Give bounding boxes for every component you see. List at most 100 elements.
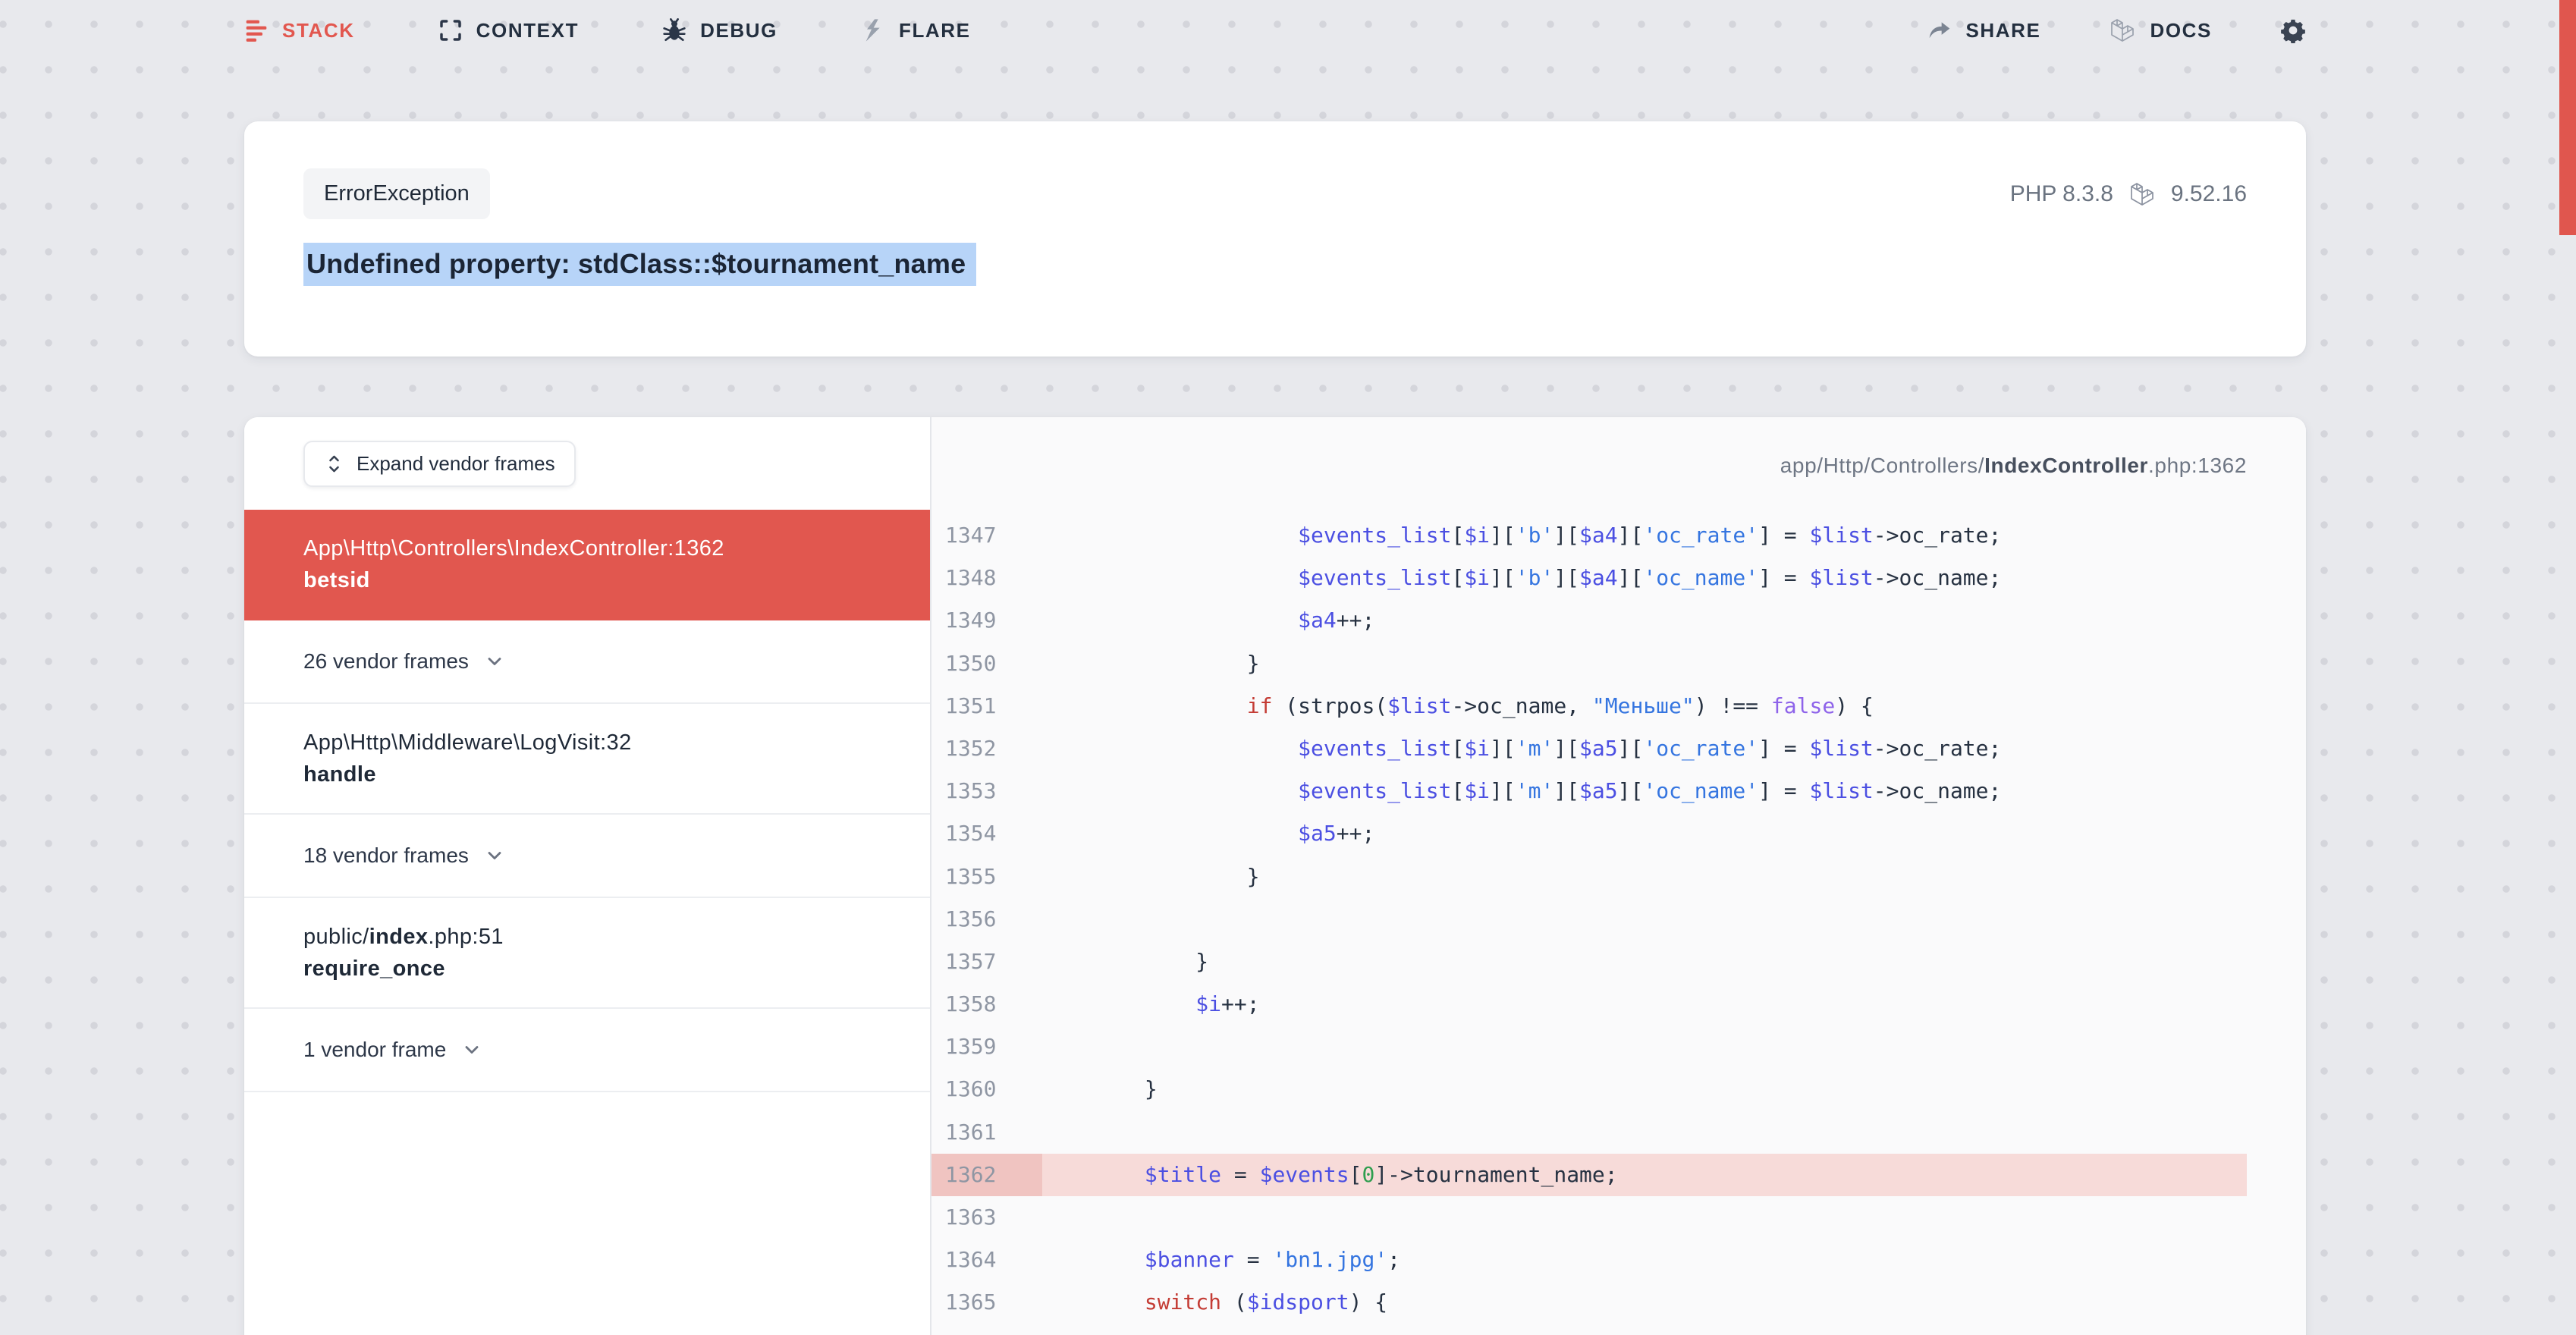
line-number: 1359 bbox=[931, 1026, 1042, 1068]
code-line: 1358 $i++; bbox=[931, 983, 2247, 1026]
line-number: 1357 bbox=[931, 941, 1042, 983]
laravel-icon bbox=[2128, 181, 2156, 208]
code-line: 1361 bbox=[931, 1111, 2247, 1154]
code-text: if (strpos($list->oc_name, "Меньше") !==… bbox=[1042, 685, 1874, 727]
code-text: $events_list[$i]['m'][$a5]['oc_rate'] = … bbox=[1042, 727, 2001, 770]
frame-method: handle bbox=[303, 759, 900, 790]
line-number: 1362 bbox=[931, 1154, 1042, 1196]
tab-label: CONTEXT bbox=[476, 19, 579, 42]
frames-header: Expand vendor frames bbox=[244, 417, 930, 510]
error-card: ErrorException PHP 8.3.8 9.52.16 Undefin… bbox=[244, 121, 2306, 357]
docs-button[interactable]: DOCS bbox=[2109, 17, 2212, 44]
code-text: $i++; bbox=[1042, 983, 1260, 1026]
code-line: 1351 if (strpos($list->oc_name, "Меньше"… bbox=[931, 685, 2247, 727]
line-number: 1355 bbox=[931, 856, 1042, 898]
vendor-frames-toggle[interactable]: 18 vendor frames bbox=[244, 815, 930, 898]
line-number: 1358 bbox=[931, 983, 1042, 1026]
line-number: 1365 bbox=[931, 1281, 1042, 1324]
line-number: 1348 bbox=[931, 557, 1042, 599]
code-line: 1364 $banner = 'bn1.jpg'; bbox=[931, 1239, 2247, 1281]
tab-debug[interactable]: DEBUG bbox=[662, 18, 778, 42]
frames-list: App\Http\Controllers\IndexController:136… bbox=[244, 510, 930, 1092]
stack-frames-pane: Expand vendor frames App\Http\Controller… bbox=[244, 417, 931, 1335]
share-button[interactable]: SHARE bbox=[1927, 18, 2040, 42]
scrollbar-thumb[interactable] bbox=[2559, 0, 2576, 235]
code-line: 1366 bbox=[931, 1324, 2247, 1335]
line-number: 1363 bbox=[931, 1196, 1042, 1239]
tab-stack[interactable]: STACK bbox=[244, 18, 355, 42]
exception-class-badge: ErrorException bbox=[303, 168, 490, 219]
line-number: 1349 bbox=[931, 599, 1042, 642]
share-icon bbox=[1927, 18, 1952, 42]
line-number: 1366 bbox=[931, 1324, 1042, 1335]
frame-method: betsid bbox=[303, 564, 900, 596]
chevron-down-icon bbox=[484, 845, 505, 866]
code-viewer: 1347 $events_list[$i]['b'][$a4]['oc_rate… bbox=[931, 514, 2247, 1335]
tab-context[interactable]: CONTEXT bbox=[438, 18, 579, 42]
vendor-frames-label: 18 vendor frames bbox=[303, 840, 469, 872]
vendor-frames-label: 26 vendor frames bbox=[303, 646, 469, 677]
frame-location: App\Http\Middleware\LogVisit:32 bbox=[303, 727, 900, 759]
code-line: 1348 $events_list[$i]['b'][$a4]['oc_name… bbox=[931, 557, 2247, 599]
code-header: app/Http/Controllers/IndexController.php… bbox=[931, 417, 2306, 514]
gear-icon bbox=[2280, 17, 2306, 43]
code-text: $a4++; bbox=[1042, 599, 1374, 642]
code-line: 1347 $events_list[$i]['b'][$a4]['oc_rate… bbox=[931, 514, 2247, 557]
line-number: 1364 bbox=[931, 1239, 1042, 1281]
code-line: 1363 bbox=[931, 1196, 2247, 1239]
code-text: } bbox=[1042, 1068, 1158, 1110]
nav-tabs: STACK CONTEXT DEBUG FLARE bbox=[244, 18, 971, 42]
error-message: Undefined property: stdClass::$tournamen… bbox=[303, 248, 2247, 280]
code-line: 1352 $events_list[$i]['m'][$a5]['oc_rate… bbox=[931, 727, 2247, 770]
laravel-icon bbox=[2109, 17, 2136, 44]
frame-location: App\Http\Controllers\IndexController:136… bbox=[303, 532, 900, 564]
line-number: 1352 bbox=[931, 727, 1042, 770]
stack-icon bbox=[244, 18, 269, 42]
vendor-frames-toggle[interactable]: 26 vendor frames bbox=[244, 620, 930, 704]
line-number: 1347 bbox=[931, 514, 1042, 557]
stack-card: Expand vendor frames App\Http\Controller… bbox=[244, 417, 2306, 1335]
code-text: $events_list[$i]['b'][$a4]['oc_rate'] = … bbox=[1042, 514, 2001, 557]
line-number: 1360 bbox=[931, 1068, 1042, 1110]
code-text: switch ($idsport) { bbox=[1042, 1281, 1387, 1324]
stack-frame[interactable]: App\Http\Middleware\LogVisit:32handle bbox=[244, 704, 930, 815]
action-label: SHARE bbox=[1965, 19, 2040, 42]
code-text: $events_list[$i]['b'][$a4]['oc_name'] = … bbox=[1042, 557, 2001, 599]
stack-frame[interactable]: public/index.php:51require_once bbox=[244, 898, 930, 1009]
settings-button[interactable] bbox=[2280, 17, 2306, 43]
code-line: 1349 $a4++; bbox=[931, 599, 2247, 642]
code-text: } bbox=[1042, 642, 1260, 685]
nav-actions: SHARE DOCS bbox=[1927, 17, 2306, 44]
code-text: $events_list[$i]['m'][$a5]['oc_name'] = … bbox=[1042, 770, 2001, 812]
code-text: $a5++; bbox=[1042, 812, 1374, 855]
line-number: 1361 bbox=[931, 1111, 1042, 1154]
version-info: PHP 8.3.8 9.52.16 bbox=[2010, 181, 2247, 208]
line-number: 1356 bbox=[931, 898, 1042, 941]
code-line: 1359 bbox=[931, 1026, 2247, 1068]
line-number: 1350 bbox=[931, 642, 1042, 685]
file-breadcrumb: app/Http/Controllers/IndexController.php… bbox=[1780, 454, 2247, 478]
frame-location: public/index.php:51 bbox=[303, 921, 900, 953]
frame-method: require_once bbox=[303, 953, 900, 985]
code-line: 1356 bbox=[931, 898, 2247, 941]
vendor-frames-toggle[interactable]: 1 vendor frame bbox=[244, 1009, 930, 1092]
code-line-highlighted: 1362 $title = $events[0]->tournament_nam… bbox=[931, 1154, 2247, 1196]
code-line: 1355 } bbox=[931, 856, 2247, 898]
chevron-down-icon bbox=[461, 1039, 482, 1060]
stack-frame-active[interactable]: App\Http\Controllers\IndexController:136… bbox=[244, 510, 930, 620]
code-line: 1360 } bbox=[931, 1068, 2247, 1110]
code-text: $title = $events[0]->tournament_name; bbox=[1042, 1154, 1618, 1196]
code-text: $banner = 'bn1.jpg'; bbox=[1042, 1239, 1400, 1281]
expand-vendor-frames-button[interactable]: Expand vendor frames bbox=[303, 441, 576, 487]
tab-flare[interactable]: FLARE bbox=[861, 18, 971, 42]
framework-version: 9.52.16 bbox=[2171, 181, 2247, 207]
tab-label: STACK bbox=[282, 19, 355, 42]
action-label: DOCS bbox=[2150, 19, 2212, 42]
code-line: 1353 $events_list[$i]['m'][$a5]['oc_name… bbox=[931, 770, 2247, 812]
code-text: } bbox=[1042, 856, 1260, 898]
code-pane: app/Http/Controllers/IndexController.php… bbox=[931, 417, 2306, 1335]
expand-vendor-frames-label: Expand vendor frames bbox=[357, 452, 555, 476]
tab-label: FLARE bbox=[899, 19, 971, 42]
line-number: 1351 bbox=[931, 685, 1042, 727]
chevron-down-icon bbox=[484, 651, 505, 672]
